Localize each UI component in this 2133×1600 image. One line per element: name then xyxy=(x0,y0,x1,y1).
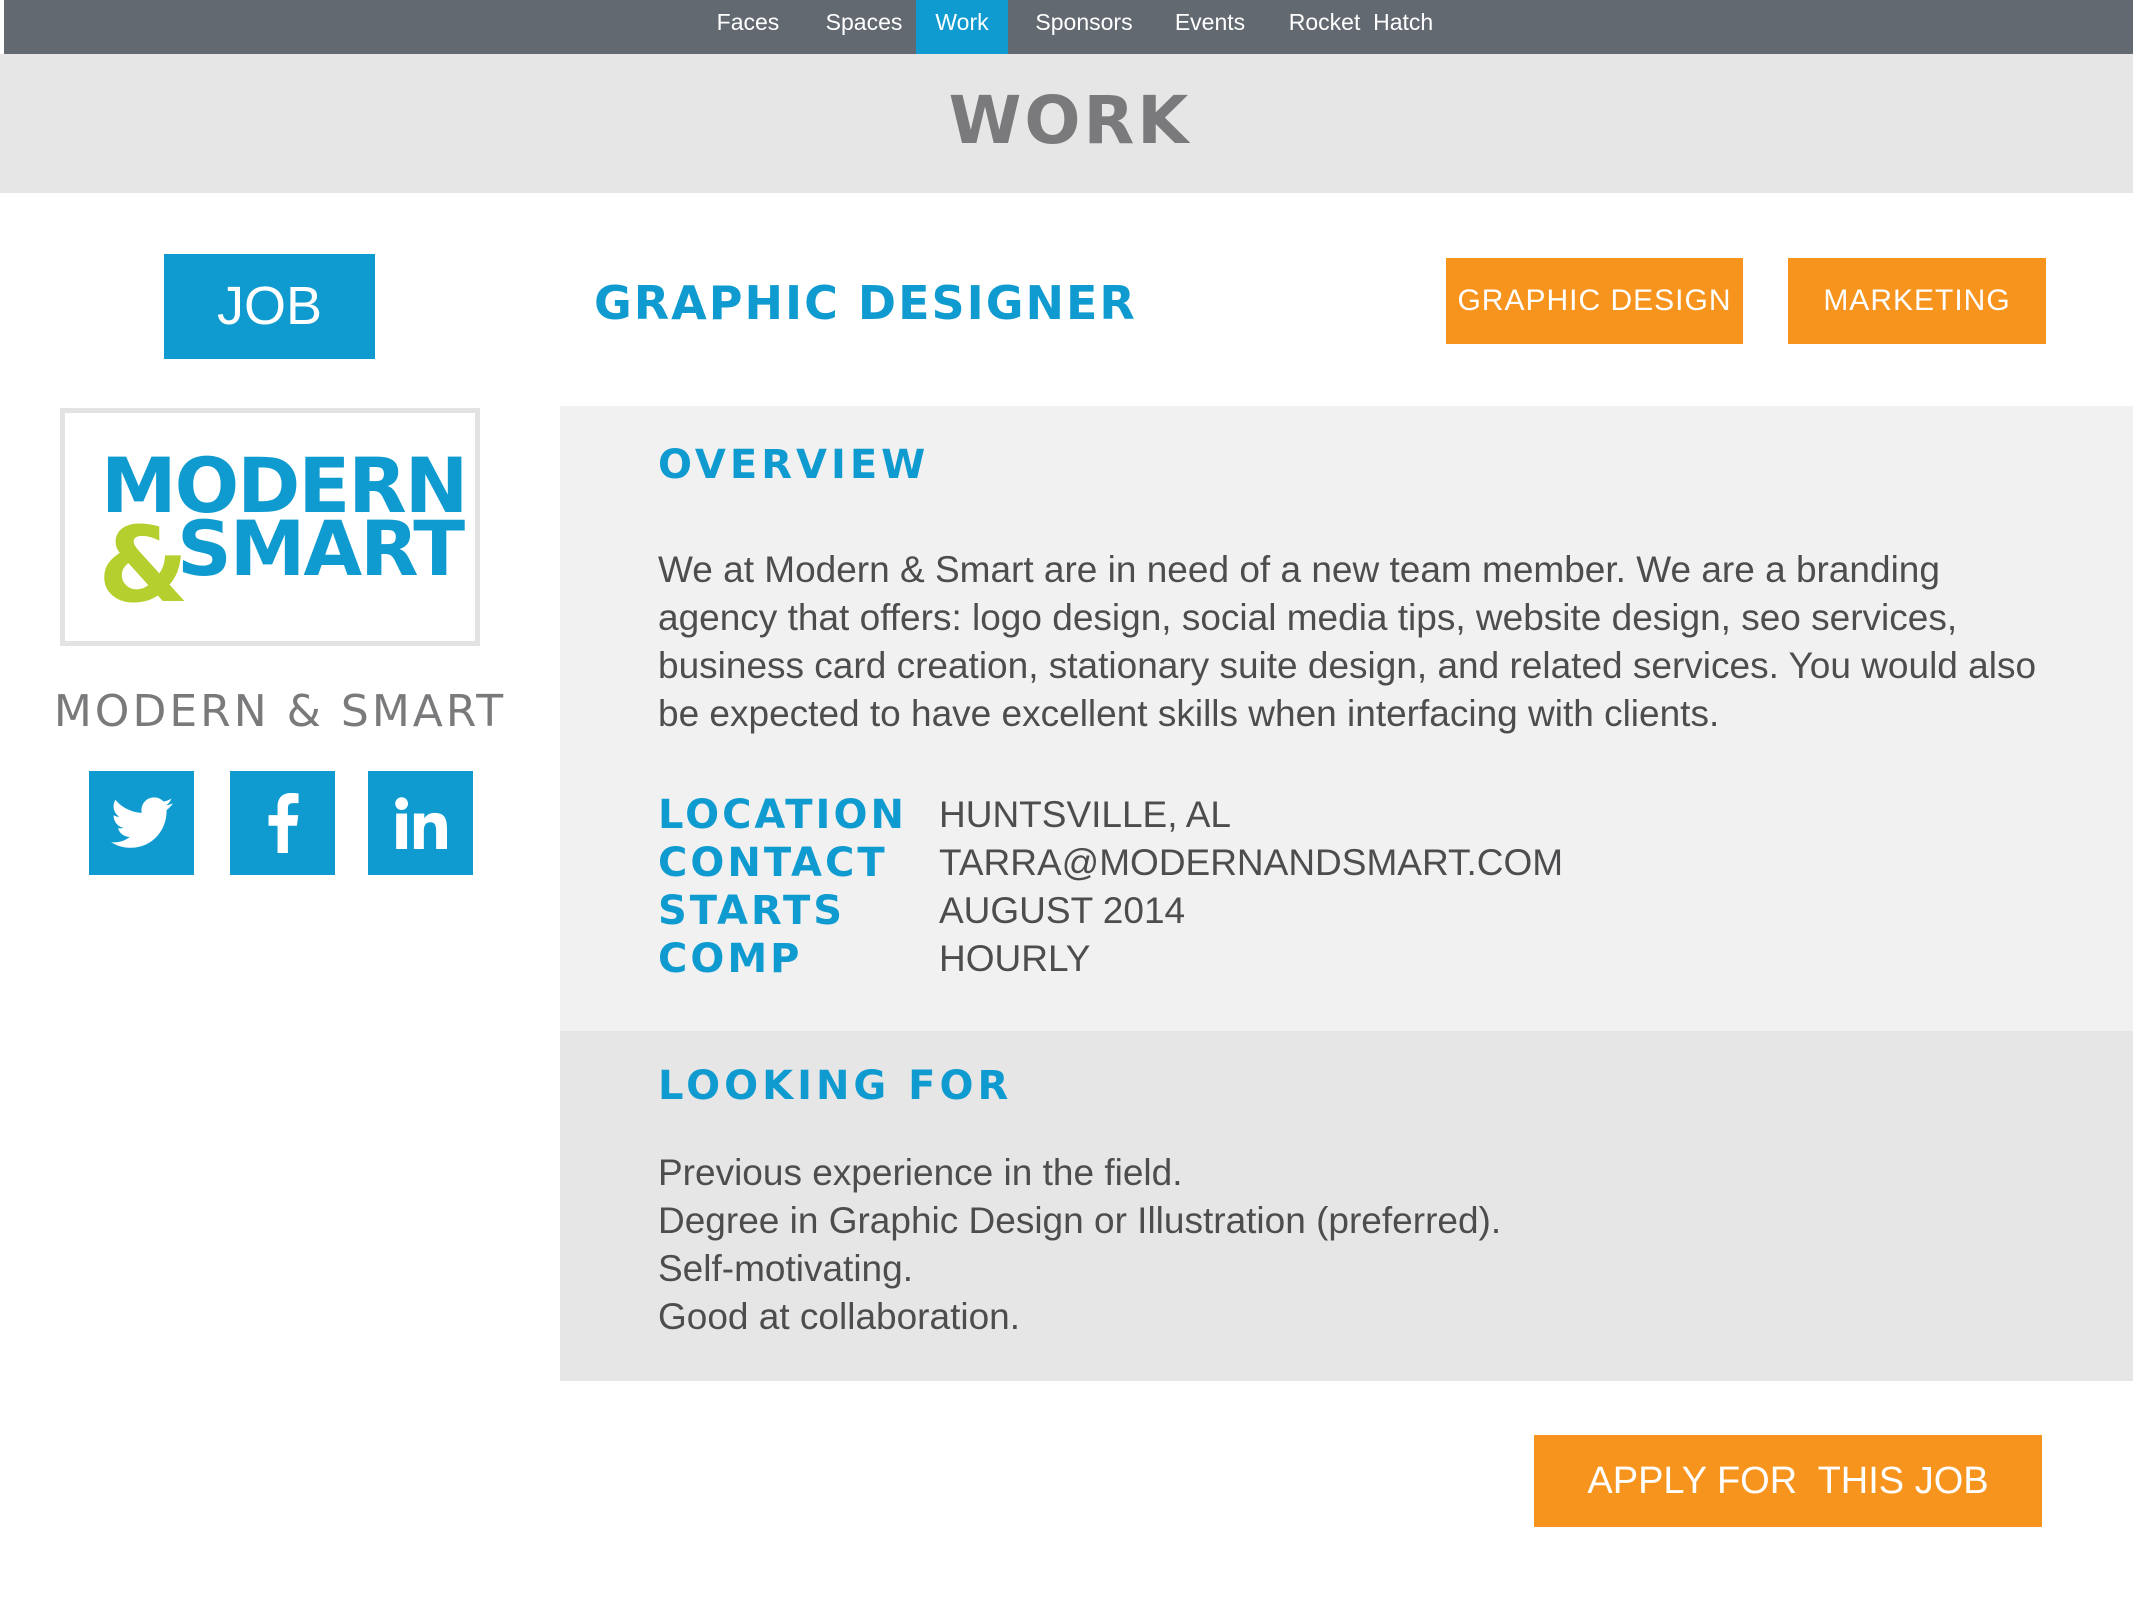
detail-label-starts: STARTS xyxy=(658,888,846,934)
detail-value-contact[interactable]: TARRA@MODERNANDSMART.COM xyxy=(939,842,1563,884)
logo-text-smart: SMART xyxy=(177,504,465,593)
looking-for-panel: LOOKING FOR Previous experience in the f… xyxy=(560,1031,2133,1381)
page-title: WORK xyxy=(948,82,1192,159)
list-item: Degree in Graphic Design or Illustration… xyxy=(658,1200,1502,1241)
looking-for-heading: LOOKING FOR xyxy=(658,1063,1013,1109)
twitter-button[interactable] xyxy=(89,771,194,875)
detail-label-comp: COMP xyxy=(658,936,803,982)
overview-text: We at Modern & Smart are in need of a ne… xyxy=(658,549,2037,734)
company-logo[interactable]: MODERN & SMART xyxy=(60,408,480,646)
looking-for-list: Previous experience in the field. Degree… xyxy=(658,1149,1501,1341)
facebook-icon xyxy=(268,793,299,853)
list-item: Self-motivating. xyxy=(658,1248,913,1289)
nav-item-rocket-hatch[interactable]: Rocket Hatch xyxy=(1282,0,1440,54)
overview-panel: OVERVIEW We at Modern & Smart are in nee… xyxy=(560,406,2133,1031)
apply-button[interactable]: APPLY FOR THIS JOB xyxy=(1534,1435,2042,1527)
nav-item-faces[interactable]: Faces xyxy=(698,0,798,54)
detail-label-location: LOCATION xyxy=(658,792,907,838)
nav-item-events[interactable]: Events xyxy=(1164,0,1256,54)
nav-item-spaces[interactable]: Spaces xyxy=(812,0,916,54)
tag-graphic-design[interactable]: GRAPHIC DESIGN xyxy=(1446,258,1743,344)
logo-ampersand: & xyxy=(98,504,189,626)
linkedin-button[interactable] xyxy=(368,771,473,875)
list-item: Previous experience in the field. xyxy=(658,1152,1183,1193)
overview-heading: OVERVIEW xyxy=(658,442,930,488)
company-name: MODERN & SMART xyxy=(53,686,507,737)
job-badge: JOB xyxy=(164,254,375,359)
twitter-icon xyxy=(110,797,173,848)
detail-value-comp: HOURLY xyxy=(939,938,1091,979)
linkedin-icon xyxy=(394,797,447,849)
facebook-button[interactable] xyxy=(230,771,335,875)
detail-value-location: HUNTSVILLE, AL xyxy=(939,794,1232,835)
detail-label-contact: CONTACT xyxy=(658,840,888,886)
top-nav: Faces Spaces Work Sponsors Events Rocket… xyxy=(4,0,2133,54)
job-title: GRAPHIC DESIGNER xyxy=(594,276,1137,330)
list-item: Good at collaboration. xyxy=(658,1296,1021,1337)
nav-item-sponsors[interactable]: Sponsors xyxy=(1028,0,1140,54)
tag-marketing[interactable]: MARKETING xyxy=(1788,258,2046,344)
detail-value-starts: AUGUST 2014 xyxy=(939,890,1186,931)
nav-item-work[interactable]: Work xyxy=(916,0,1008,54)
